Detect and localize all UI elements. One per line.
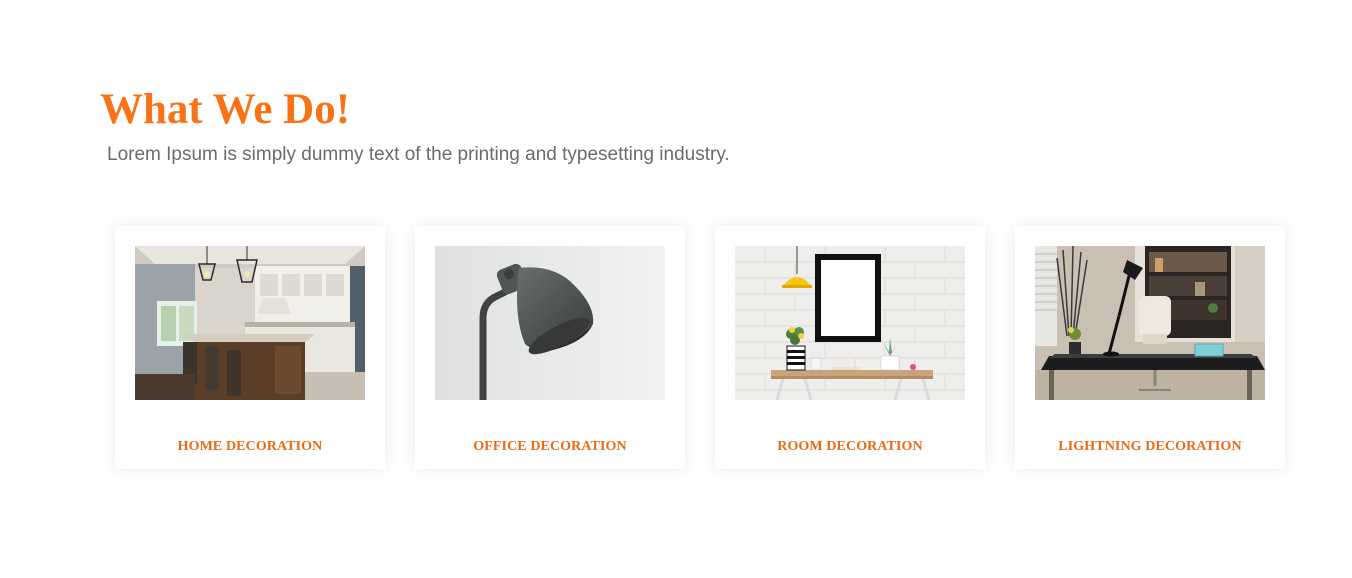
- card-lightning-decoration[interactable]: LIGHTNING DECORATION: [1015, 226, 1285, 469]
- office-desk-lamp-photo[interactable]: [1035, 246, 1265, 400]
- section-title: What We Do!: [100, 86, 351, 133]
- what-we-do-section: What We Do! Lorem Ipsum is simply dummy …: [0, 0, 1352, 578]
- card-home-decoration[interactable]: HOME DECORATION: [115, 226, 385, 469]
- card-label[interactable]: ROOM DECORATION: [715, 438, 985, 456]
- card-room-decoration[interactable]: ROOM DECORATION: [715, 226, 985, 469]
- card-label[interactable]: OFFICE DECORATION: [415, 438, 685, 456]
- wall-desk-photo[interactable]: [735, 246, 965, 400]
- section-subtitle: Lorem Ipsum is simply dummy text of the …: [107, 144, 730, 165]
- kitchen-photo[interactable]: [135, 246, 365, 400]
- card-office-decoration[interactable]: OFFICE DECORATION: [415, 226, 685, 469]
- desk-lamp-photo[interactable]: [435, 246, 665, 400]
- card-label[interactable]: LIGHTNING DECORATION: [1015, 438, 1285, 456]
- card-label[interactable]: HOME DECORATION: [115, 438, 385, 456]
